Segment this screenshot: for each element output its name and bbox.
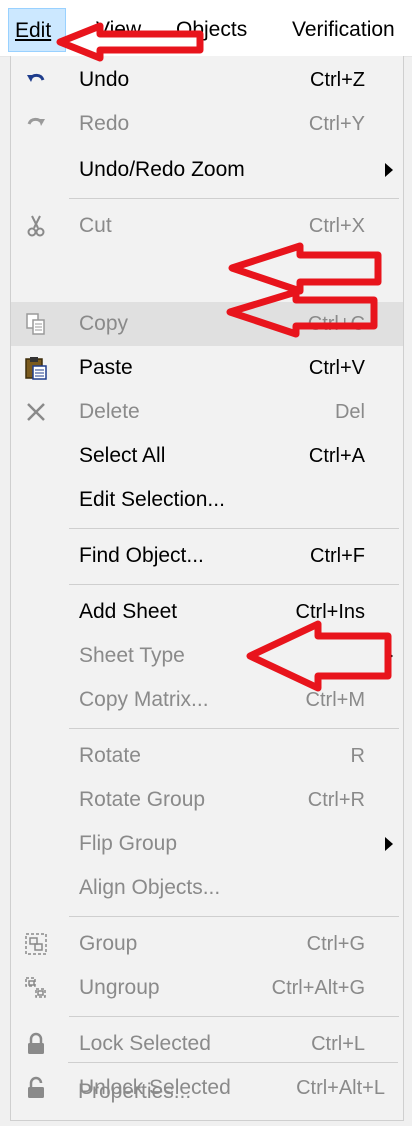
menu-item-label: Redo: [79, 112, 130, 135]
menu-objects[interactable]: Objects: [176, 8, 247, 52]
menu-item-shortcut: Ctrl+V: [308, 357, 365, 379]
menu-item-ungroup[interactable]: Ungroup Ctrl+Alt+G: [11, 966, 403, 1010]
menu-item-label: Cut: [79, 214, 112, 237]
menu-item-label: Align Objects...: [79, 876, 221, 899]
menu-item-shortcut: Ctrl+M: [305, 689, 365, 711]
menu-item-label: Paste: [79, 356, 133, 379]
group-icon: [25, 933, 47, 955]
menu-item-shortcut: Ctrl+R: [307, 789, 365, 811]
menu-separator: [69, 584, 399, 585]
menu-item-shortcut: Ctrl+L: [311, 1033, 365, 1055]
menu-edit[interactable]: Edit: [8, 8, 66, 52]
menu-separator: [69, 728, 399, 729]
menu-item-rotate[interactable]: Rotate R: [11, 734, 403, 778]
menu-item-copy[interactable]: Copy Ctrl+C: [11, 302, 403, 346]
menu-bar: Edit View Objects Verification: [0, 0, 412, 57]
menu-item-label: Flip Group: [79, 832, 178, 855]
menu-separator: [68, 1062, 398, 1063]
menu-item-shortcut: Ctrl+Z: [310, 69, 365, 91]
menu-item-label: Edit Selection...: [79, 488, 225, 511]
menu-edit-label: Edit: [15, 19, 52, 42]
menu-item-copy-matrix[interactable]: Copy Matrix... Ctrl+M: [11, 678, 403, 722]
menu-item-add-sheet[interactable]: Add Sheet Ctrl+Ins: [11, 590, 403, 634]
menu-item-label: Rotate: [79, 744, 141, 767]
menu-item-lock-selected[interactable]: Lock Selected Ctrl+L: [11, 1022, 403, 1066]
menu-item-paste[interactable]: Paste Ctrl+V: [11, 346, 403, 390]
menu-verification[interactable]: Verification: [292, 8, 395, 52]
menu-item-label: Add Sheet: [79, 600, 178, 623]
cut-icon: [27, 215, 45, 237]
menu-item-label: Select All: [79, 444, 166, 467]
menu-item-label: Ungroup: [79, 976, 160, 999]
menu-item-sheet-type[interactable]: Sheet Type: [11, 634, 403, 678]
menu-item-rotate-group[interactable]: Rotate Group Ctrl+R: [11, 778, 403, 822]
menu-item-label: Undo/Redo Zoom: [79, 158, 245, 181]
menu-item-label: Rotate Group: [79, 788, 206, 811]
delete-icon: [27, 403, 45, 421]
menu-item-undo-redo-zoom[interactable]: Undo/Redo Zoom: [11, 148, 403, 192]
menu-item-label: Group: [79, 932, 138, 955]
menu-item-shortcut: Ctrl+Alt+G: [271, 977, 365, 999]
submenu-arrow-icon: [385, 837, 393, 851]
menu-item-group[interactable]: Group Ctrl+G: [11, 922, 403, 966]
menu-item-shortcut: Ctrl+Ins: [295, 601, 365, 623]
menu-item-label: Lock Selected: [79, 1032, 211, 1055]
menu-item-edit-selection[interactable]: Edit Selection...: [11, 478, 403, 522]
ungroup-icon: [25, 977, 46, 998]
undo-icon: [27, 73, 45, 82]
menu-item-shortcut: R: [350, 745, 365, 767]
menu-item-shortcut: Ctrl+C: [307, 313, 365, 335]
menu-separator: [69, 916, 399, 917]
menu-item-shortcut: Ctrl+Y: [308, 113, 365, 135]
menu-item-label: Undo: [79, 68, 130, 91]
paste-icon: [25, 357, 47, 380]
menu-item-properties[interactable]: Properties...: [10, 1070, 402, 1114]
menu-item-redo[interactable]: Redo Ctrl+Y: [11, 102, 403, 146]
copy-icon: [26, 313, 45, 335]
redo-icon: [27, 117, 45, 126]
menu-verification-label: Verification: [292, 18, 395, 41]
menu-separator: [69, 528, 399, 529]
submenu-arrow-icon: [385, 649, 393, 663]
menu-item-label: Properties...: [78, 1080, 192, 1103]
lock-icon: [28, 1032, 44, 1054]
menu-item-shortcut: Ctrl+G: [306, 933, 365, 955]
menu-item-shortcut: Del: [334, 401, 365, 423]
edit-dropdown-menu: Undo Ctrl+Z Redo Ctrl+Y Undo/Redo Zoom C…: [10, 56, 404, 1121]
menu-separator: [69, 198, 399, 199]
menu-item-shortcut: Ctrl+A: [308, 445, 365, 467]
menu-view-label: View: [96, 18, 142, 41]
menu-item-cut[interactable]: Cut Ctrl+X: [11, 204, 403, 248]
menu-item-align-objects[interactable]: Align Objects...: [11, 866, 403, 910]
menu-item-label: Copy: [79, 312, 129, 335]
menu-item-shortcut: Ctrl+X: [308, 215, 365, 237]
menu-separator: [69, 1016, 399, 1017]
menu-item-undo[interactable]: Undo Ctrl+Z: [11, 58, 403, 102]
menu-objects-label: Objects: [176, 18, 248, 41]
menu-item-label: Find Object...: [79, 544, 204, 567]
menu-item-label: Sheet Type: [79, 644, 185, 667]
menu-item-select-all[interactable]: Select All Ctrl+A: [11, 434, 403, 478]
menu-item-find-object[interactable]: Find Object... Ctrl+F: [11, 534, 403, 578]
menu-view[interactable]: View: [96, 8, 141, 52]
menu-item-flip-group[interactable]: Flip Group: [11, 822, 403, 866]
menu-item-label: Copy Matrix...: [79, 688, 209, 711]
menu-item-label: Delete: [79, 400, 140, 423]
menu-item-delete[interactable]: Delete Del: [11, 390, 403, 434]
menu-item-shortcut: Ctrl+F: [310, 545, 365, 567]
submenu-arrow-icon: [385, 163, 393, 177]
